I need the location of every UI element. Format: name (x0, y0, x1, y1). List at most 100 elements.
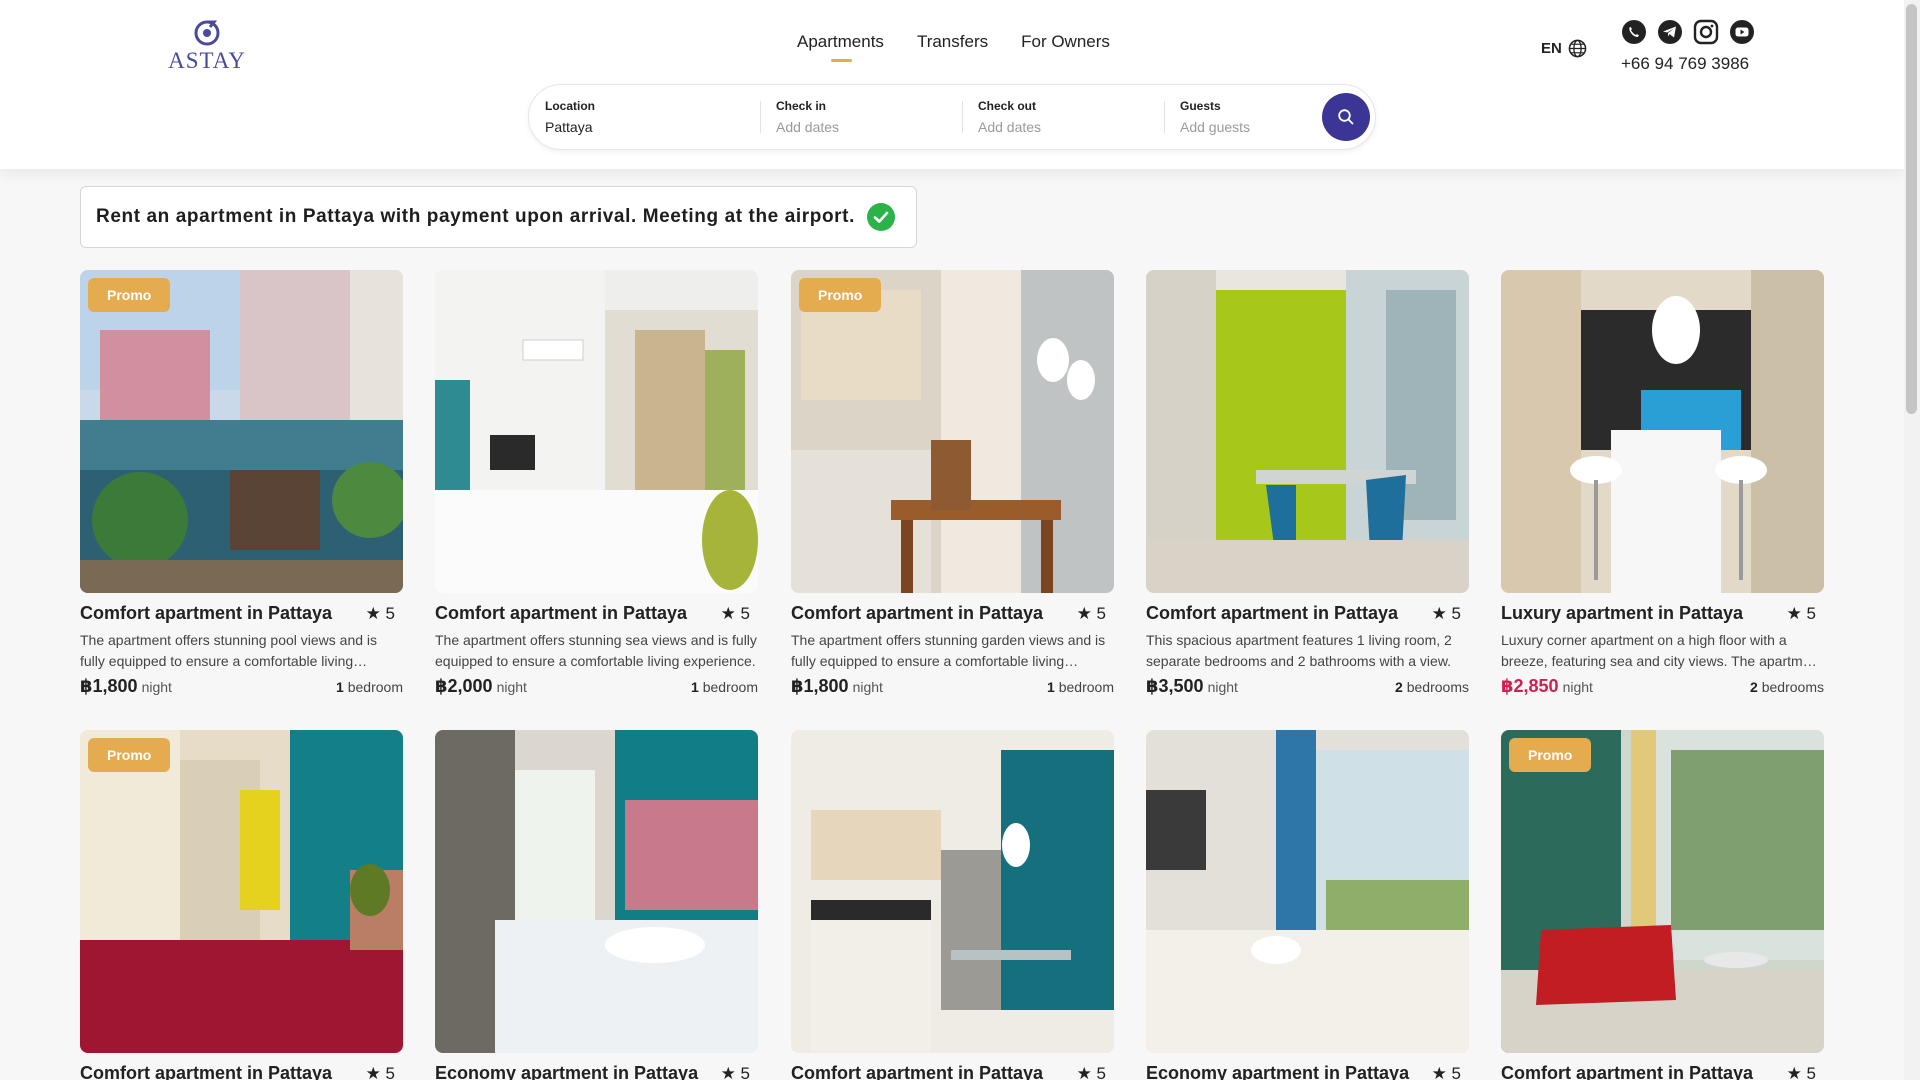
bedroom-count: 1 (336, 679, 344, 695)
language-label: EN (1541, 40, 1562, 57)
price-value: ฿3,500 (1146, 676, 1204, 696)
listing-rating: ★ 5 (1431, 1063, 1461, 1080)
logo-mark-icon (194, 20, 220, 46)
listing-header: Comfort apartment in Pattaya ★ 5 (80, 1063, 403, 1080)
listing-card[interactable]: Economy apartment in Pattaya ★ 5 (435, 730, 758, 1080)
listing-photo[interactable]: Promo (791, 270, 1114, 593)
nav-transfers[interactable]: Transfers (917, 32, 988, 52)
scrollbar-thumb[interactable] (1906, 4, 1917, 414)
checkin-field[interactable]: Check in Add dates (776, 99, 956, 135)
listing-photo[interactable] (791, 730, 1114, 1053)
checkout-input[interactable]: Add dates (978, 119, 1158, 135)
logo[interactable]: ASTAY (167, 18, 247, 73)
listing-bedrooms: 2 bedrooms (1750, 679, 1824, 695)
location-value[interactable]: Pattaya (545, 119, 745, 135)
listing-photo[interactable] (435, 270, 758, 593)
listing-photo[interactable]: Promo (1501, 730, 1824, 1053)
listing-card[interactable]: Comfort apartment in Pattaya ★ 5 (791, 730, 1114, 1080)
listing-card[interactable]: Comfort apartment in Pattaya ★ 5 The apa… (435, 270, 758, 697)
logo-text: ASTAY (168, 48, 246, 73)
price-value: ฿1,800 (791, 676, 849, 696)
divider (760, 101, 761, 133)
listing-photo[interactable] (1146, 270, 1469, 593)
bedroom-word: bedroom (1058, 679, 1114, 695)
listing-header: Comfort apartment in Pattaya ★ 5 (435, 603, 758, 624)
listing-description: The apartment offers stunning sea views … (435, 632, 757, 669)
listing-rating: ★ 5 (1786, 603, 1816, 623)
youtube-icon[interactable] (1729, 19, 1755, 45)
language-selector[interactable]: EN (1541, 39, 1587, 58)
checkout-field[interactable]: Check out Add dates (978, 99, 1158, 135)
guests-field[interactable]: Guests Add guests (1180, 99, 1310, 135)
listing-price: ฿3,500 night (1146, 676, 1238, 697)
listing-description: Luxury corner apartment on a high floor … (1501, 632, 1823, 669)
nav-apartments[interactable]: Apartments (797, 32, 884, 62)
bedroom-word: bedroom (347, 679, 403, 695)
listing-price-row: ฿3,500 night 2 bedrooms (1146, 676, 1469, 697)
phone-number[interactable]: +66 94 769 3986 (1621, 54, 1749, 74)
instagram-icon[interactable] (1693, 19, 1719, 45)
info-banner: Rent an apartment in Pattaya with paymen… (80, 186, 917, 248)
listing-image (791, 730, 1114, 1053)
listing-image (80, 270, 403, 593)
listing-card[interactable]: Comfort apartment in Pattaya ★ 5 This sp… (1146, 270, 1469, 697)
listing-card[interactable]: Promo Comfort apartment in Pattaya ★ 5 T… (80, 270, 403, 697)
listing-title[interactable]: Luxury apartment in Pattaya (1501, 603, 1743, 624)
listing-header: Economy apartment in Pattaya ★ 5 (435, 1063, 758, 1080)
telegram-icon[interactable] (1657, 19, 1683, 45)
listing-image (80, 730, 403, 1053)
listing-bedrooms: 1 bedroom (1047, 679, 1114, 695)
whatsapp-icon[interactable] (1621, 19, 1647, 45)
listing-card[interactable]: Luxury apartment in Pattaya ★ 5 Luxury c… (1501, 270, 1824, 697)
location-field[interactable]: Location Pattaya (545, 99, 745, 135)
listing-rating: ★ 5 (720, 1063, 750, 1080)
listing-header: Economy apartment in Pattaya ★ 5 (1146, 1063, 1469, 1080)
checkin-input[interactable]: Add dates (776, 119, 956, 135)
check-circle-icon (866, 203, 895, 231)
listing-bedrooms: 1 bedroom (691, 679, 758, 695)
listing-bedrooms: 2 bedrooms (1395, 679, 1469, 695)
listing-title[interactable]: Comfort apartment in Pattaya (1501, 1063, 1753, 1080)
listing-title[interactable]: Comfort apartment in Pattaya (791, 1063, 1043, 1080)
listing-image (435, 730, 758, 1053)
listing-title[interactable]: Comfort apartment in Pattaya (80, 1063, 332, 1080)
site-header: ASTAY Apartments Transfers For Owners EN (0, 0, 1904, 169)
listing-title[interactable]: Economy apartment in Pattaya (435, 1063, 698, 1080)
price-unit: night (1207, 679, 1238, 695)
listing-price-row: ฿1,800 night 1 bedroom (791, 676, 1114, 697)
listing-image (435, 270, 758, 593)
guests-input[interactable]: Add guests (1180, 119, 1310, 135)
listing-title[interactable]: Comfort apartment in Pattaya (1146, 603, 1398, 624)
listing-title[interactable]: Comfort apartment in Pattaya (435, 603, 687, 624)
listing-photo[interactable] (1146, 730, 1469, 1053)
search-button[interactable] (1322, 93, 1370, 141)
promo-badge: Promo (88, 738, 171, 772)
listing-card[interactable]: Promo Comfort apartment in Pattaya ★ 5 (1501, 730, 1824, 1080)
listing-grid: Promo Comfort apartment in Pattaya ★ 5 T… (80, 270, 1825, 1080)
listing-bedrooms: 1 bedroom (336, 679, 403, 695)
promo-badge: Promo (1509, 738, 1592, 772)
listing-title[interactable]: Comfort apartment in Pattaya (80, 603, 332, 624)
listing-rating: ★ 5 (1076, 603, 1106, 623)
listing-card[interactable]: Economy apartment in Pattaya ★ 5 (1146, 730, 1469, 1080)
price-value: ฿1,800 (80, 676, 138, 696)
bedroom-count: 2 (1750, 679, 1758, 695)
listing-price-row: ฿2,850 night 2 bedrooms (1501, 676, 1824, 697)
listing-header: Luxury apartment in Pattaya ★ 5 (1501, 603, 1824, 624)
listing-photo[interactable] (1501, 270, 1824, 593)
listing-title[interactable]: Economy apartment in Pattaya (1146, 1063, 1409, 1080)
listing-photo[interactable]: Promo (80, 270, 403, 593)
search-icon (1338, 109, 1354, 125)
listing-card[interactable]: Promo Comfort apartment in Pattaya ★ 5 (80, 730, 403, 1080)
search-bar: Location Pattaya Check in Add dates Chec… (528, 84, 1376, 150)
nav-for-owners[interactable]: For Owners (1021, 32, 1110, 52)
listing-rating: ★ 5 (1076, 1063, 1106, 1080)
listing-rating: ★ 5 (720, 603, 750, 623)
listing-photo[interactable]: Promo (80, 730, 403, 1053)
listing-description: The apartment offers stunning pool views… (80, 632, 378, 669)
listing-card[interactable]: Promo Comfort apartment in Pattaya ★ 5 T… (791, 270, 1114, 697)
bedroom-word: bedrooms (1761, 679, 1824, 695)
listing-title[interactable]: Comfort apartment in Pattaya (791, 603, 1043, 624)
listing-image (1146, 730, 1469, 1053)
listing-photo[interactable] (435, 730, 758, 1053)
